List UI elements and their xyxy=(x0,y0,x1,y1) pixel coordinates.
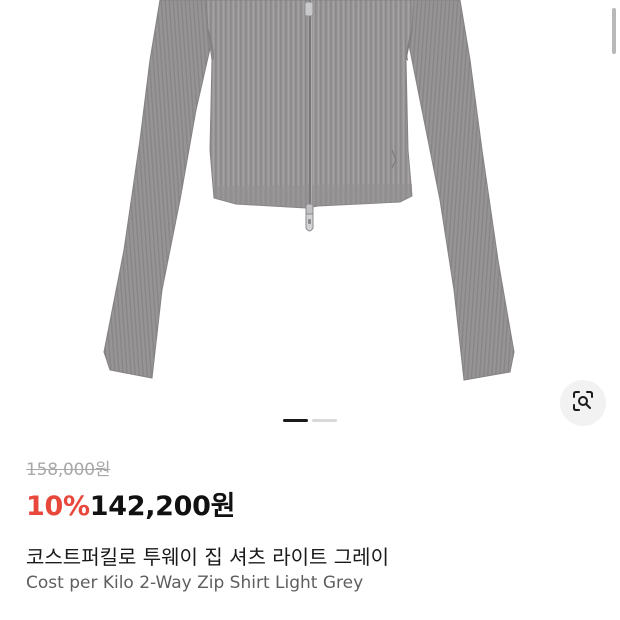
image-search-button[interactable] xyxy=(560,380,606,426)
scroll-indicator[interactable] xyxy=(612,8,616,54)
price-row: 10%142,200원 xyxy=(26,484,235,523)
image-search-icon xyxy=(571,389,595,417)
sale-price: 142,200원 xyxy=(89,491,236,522)
image-pager xyxy=(283,419,337,422)
pager-dot[interactable] xyxy=(312,419,337,422)
product-title-english: Cost per Kilo 2-Way Zip Shirt Light Grey xyxy=(26,573,364,593)
pager-dot-active[interactable] xyxy=(283,419,308,422)
original-price: 158,000원 xyxy=(26,460,111,480)
product-image[interactable] xyxy=(0,0,620,440)
discount-rate: 10% xyxy=(26,491,90,522)
left-sleeve xyxy=(103,0,213,379)
right-sleeve xyxy=(407,0,515,381)
jacket-illustration xyxy=(103,0,515,381)
product-title-korean: 코스트퍼킬로 투웨이 집 셔츠 라이트 그레이 xyxy=(26,545,389,569)
